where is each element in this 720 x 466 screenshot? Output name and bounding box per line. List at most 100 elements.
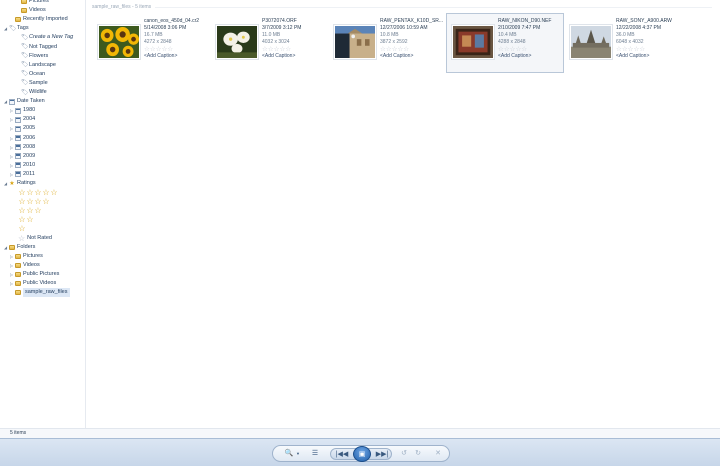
tree-item[interactable]: 🏷 Create a New Tag	[20, 33, 73, 42]
tree-item[interactable]: ▷ Videos	[9, 261, 40, 270]
photo-date: 2/10/2009 7:47 PM	[498, 25, 541, 31]
rotate-left-icon[interactable]: ↺	[399, 448, 409, 460]
group-divider	[92, 7, 712, 8]
photo-dimensions: 4272 x 2848	[144, 39, 172, 45]
expand-arrow-icon[interactable]: ▷	[9, 270, 14, 279]
photo-dimensions: 6048 x 4032	[616, 39, 644, 45]
add-caption-link[interactable]: <Add Caption>	[380, 53, 446, 60]
tree-item-label: Not Tagged	[29, 43, 58, 50]
expand-arrow-icon[interactable]: ▷	[9, 106, 14, 115]
delete-icon[interactable]: ✕	[433, 448, 443, 460]
rating-stars[interactable]: ☆☆☆☆☆	[498, 46, 564, 53]
star-icon: ☆	[26, 187, 34, 197]
folder-icon	[15, 272, 21, 277]
zoom-dropdown-icon[interactable]: ▼	[295, 448, 301, 460]
add-caption-link[interactable]: <Add Caption>	[262, 53, 328, 60]
photo-filesize: 10.8 MB	[380, 32, 399, 38]
tree-item[interactable]: 🏷 Wildlife	[20, 88, 47, 97]
add-caption-link[interactable]: <Add Caption>	[616, 53, 682, 60]
star-icon: ☆	[18, 224, 26, 233]
tree-item[interactable]: ▷ 2004	[9, 115, 35, 124]
tag-icon: 🏷	[21, 62, 29, 69]
tree-item[interactable]: ◢ Folders	[3, 243, 35, 252]
photo-filesize: 10.4 MB	[498, 32, 517, 38]
tree-item[interactable]: ◢ 🏷 Tags	[3, 24, 29, 33]
photo-thumbnail[interactable]	[215, 24, 259, 60]
photo-tile[interactable]: RAW_PENTAX_K10D_SR... 12/27/2006 10:59 AM…	[328, 13, 446, 73]
photo-thumbnail[interactable]	[333, 24, 377, 60]
rotate-right-icon[interactable]: ↻	[413, 448, 423, 460]
rating-stars[interactable]: ☆☆☆☆☆	[262, 46, 328, 53]
photo-tile[interactable]: RAW_NIKON_D90.NEF 2/10/2009 7:47 PM 10.4 M…	[446, 13, 564, 73]
tree-item[interactable]: ▷ 2008	[9, 143, 35, 152]
tree-item[interactable]: ▷ 2009	[9, 152, 35, 161]
rating-stars[interactable]: ☆☆☆☆☆	[616, 46, 682, 53]
photo-filename: P3072074.ORF	[262, 18, 297, 24]
photo-tile[interactable]: P3072074.ORF 3/7/2009 3:12 PM 11.0 MB 4032 …	[210, 13, 328, 73]
tree-item[interactable]: ▷ Public Videos	[9, 279, 56, 288]
zoom-icon[interactable]: 🔍	[282, 448, 296, 460]
tree-item[interactable]: ▷ 2011	[9, 170, 35, 179]
expand-arrow-icon[interactable]: ▷	[9, 152, 14, 161]
next-icon[interactable]: ▶▶|	[374, 449, 390, 461]
expand-arrow-icon[interactable]: ▷	[9, 124, 14, 133]
tree-item[interactable]: ▷ 2005	[9, 124, 35, 133]
photo-thumbnail[interactable]	[97, 24, 141, 60]
collapse-arrow-icon[interactable]: ◢	[3, 179, 8, 188]
expand-arrow-icon[interactable]: ▷	[9, 279, 14, 288]
tree-item-label: Wildlife	[29, 89, 47, 95]
tree-item[interactable]: sample_raw_files	[14, 288, 70, 298]
collapse-arrow-icon[interactable]: ◢	[3, 243, 8, 252]
rating-filter-1[interactable]: ☆	[18, 225, 26, 234]
tree-item-label: Tags	[17, 25, 29, 32]
folder-icon	[9, 244, 15, 250]
collapse-arrow-icon[interactable]: ◢	[3, 97, 8, 106]
tree-item[interactable]: ▷ 2006	[9, 134, 35, 143]
photo-thumbnail[interactable]	[451, 24, 495, 60]
tree-item[interactable]: Recently Imported	[14, 15, 68, 24]
tree-item[interactable]: 🏷 Not Tagged	[20, 43, 57, 52]
thumbnail-size-icon[interactable]: ☰	[309, 448, 321, 460]
tag-icon: 🏷	[21, 34, 29, 41]
tree-item[interactable]: Videos	[20, 6, 46, 15]
tree-item[interactable]: ▷ Public Pictures	[9, 270, 59, 279]
tree-item[interactable]: ▷ 2010	[9, 161, 35, 170]
expand-arrow-icon[interactable]: ▷	[9, 161, 14, 170]
tree-item-label: Public Videos	[23, 280, 57, 287]
tree-item[interactable]: ▷ 1980	[9, 106, 35, 115]
expand-arrow-icon[interactable]: ▷	[9, 115, 14, 124]
photo-tile[interactable]: RAW_SONY_A900.ARW 12/22/2008 4:37 PM 36.0 …	[564, 13, 682, 73]
add-caption-link[interactable]: <Add Caption>	[498, 53, 564, 60]
tree-item[interactable]: 🏷 Sample	[20, 79, 48, 88]
photo-thumbnail[interactable]	[569, 24, 613, 60]
tree-item[interactable]: 🏷 Flowers	[20, 52, 48, 61]
rating-filter-5[interactable]: ☆ ☆ ☆ ☆ ☆	[18, 188, 58, 197]
tree-item-label: Ocean	[29, 70, 46, 77]
add-caption-link[interactable]: <Add Caption>	[144, 53, 210, 60]
expand-arrow-icon[interactable]: ▷	[9, 252, 14, 261]
previous-icon[interactable]: |◀◀	[334, 449, 350, 461]
slideshow-icon[interactable]: ▣	[353, 446, 371, 462]
star-icon: ☆	[26, 214, 34, 224]
tree-item-label: Videos	[29, 7, 46, 14]
tree-item[interactable]: ◢ Date Taken	[3, 97, 45, 106]
status-text: 5 items	[10, 430, 27, 436]
collapse-arrow-icon[interactable]: ◢	[3, 24, 8, 33]
rating-filter-4[interactable]: ☆ ☆ ☆ ☆	[18, 197, 50, 206]
expand-arrow-icon[interactable]: ▷	[9, 261, 14, 270]
tree-item[interactable]: ▷ Pictures	[9, 252, 43, 261]
tree-item[interactable]: 🏷 Ocean	[20, 70, 45, 79]
rating-stars[interactable]: ☆☆☆☆☆	[380, 46, 446, 53]
rating-filter-3[interactable]: ☆ ☆ ☆	[18, 206, 42, 215]
rating-stars[interactable]: ☆☆☆☆☆	[144, 46, 210, 53]
tree-item-label: Pictures	[23, 252, 43, 259]
tree-item[interactable]: Pictures	[20, 0, 49, 6]
tree-item-label: sample_raw_files	[23, 288, 70, 298]
expand-arrow-icon[interactable]: ▷	[9, 170, 14, 179]
tree-item[interactable]: ◢ ★ Ratings	[3, 179, 36, 188]
tree-item[interactable]: 🏷 Landscape	[20, 61, 56, 70]
expand-arrow-icon[interactable]: ▷	[9, 143, 14, 152]
photo-tile[interactable]: canon_eos_450d_04.cr2 5/14/2008 3:06 PM 16…	[92, 13, 210, 73]
rating-filter-not-rated[interactable]: ☆ Not Rated	[18, 234, 52, 243]
expand-arrow-icon[interactable]: ▷	[9, 134, 14, 143]
